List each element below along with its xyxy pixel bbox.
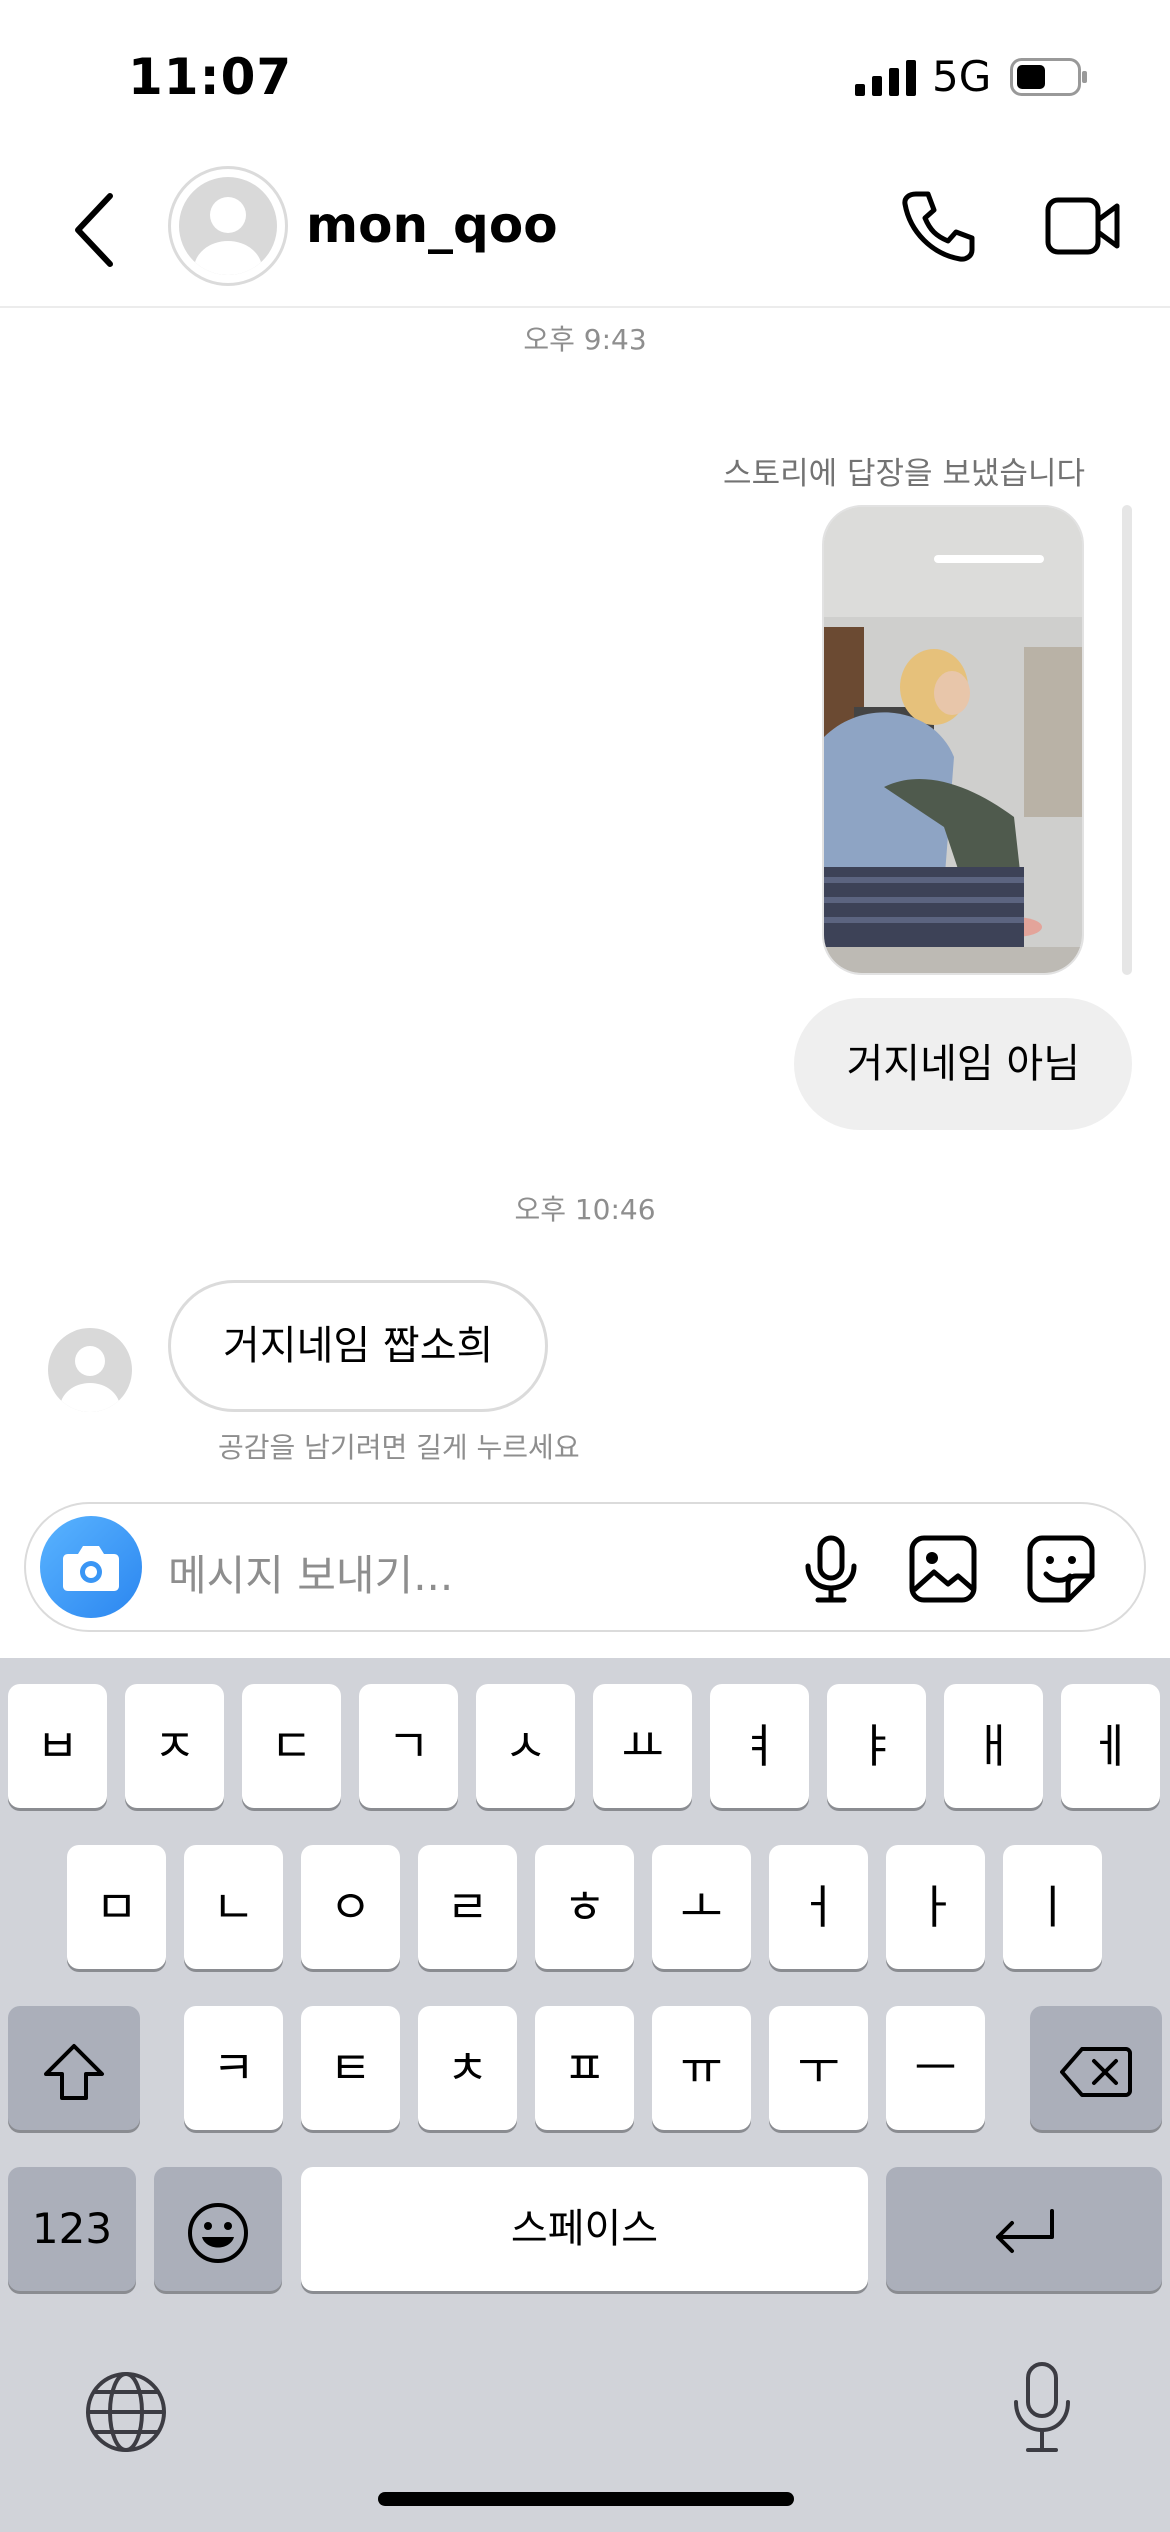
- key-ㅌ[interactable]: ㅌ: [301, 2006, 400, 2130]
- default-avatar-icon: [194, 197, 262, 275]
- key-ㅣ[interactable]: ㅣ: [1003, 1845, 1102, 1969]
- shift-key[interactable]: [8, 2006, 140, 2130]
- incoming-message[interactable]: 거지네임 짭소희: [168, 1280, 549, 1412]
- globe-icon[interactable]: [84, 2370, 168, 2454]
- numbers-key[interactable]: 123: [8, 2167, 136, 2291]
- home-indicator: [378, 2492, 794, 2506]
- key-ㄷ[interactable]: ㄷ: [242, 1684, 341, 1808]
- key-ㅑ[interactable]: ㅑ: [827, 1684, 926, 1808]
- back-icon[interactable]: [70, 190, 120, 270]
- story-thumbnail[interactable]: [822, 505, 1084, 975]
- key-ㅏ[interactable]: ㅏ: [886, 1845, 985, 1969]
- key-ㅛ[interactable]: ㅛ: [593, 1684, 692, 1808]
- battery-icon: [1010, 58, 1087, 96]
- key-ㅁ[interactable]: ㅁ: [67, 1845, 166, 1969]
- emoji-key[interactable]: [154, 2167, 282, 2291]
- key-ㅎ[interactable]: ㅎ: [535, 1845, 634, 1969]
- key-ㅅ[interactable]: ㅅ: [476, 1684, 575, 1808]
- key-ㅔ[interactable]: ㅔ: [1061, 1684, 1160, 1808]
- key-ㅗ[interactable]: ㅗ: [652, 1845, 751, 1969]
- space-key[interactable]: 스페이스: [301, 2167, 868, 2291]
- message-input[interactable]: 메시지 보내기...: [168, 1542, 453, 1603]
- key-ㄱ[interactable]: ㄱ: [359, 1684, 458, 1808]
- timestamp: 오후 9:43: [523, 323, 647, 356]
- key-ㅈ[interactable]: ㅈ: [125, 1684, 224, 1808]
- reaction-hint: 공감을 남기려면 길게 누르세요: [218, 1431, 580, 1464]
- story-reply-caption: 스토리에 답장을 보냈습니다: [723, 456, 1085, 492]
- phone-icon[interactable]: [900, 188, 976, 264]
- key-ㅓ[interactable]: ㅓ: [769, 1845, 868, 1969]
- gallery-icon[interactable]: [908, 1534, 978, 1604]
- backspace-key[interactable]: [1030, 2006, 1162, 2130]
- key-ㅐ[interactable]: ㅐ: [944, 1684, 1043, 1808]
- key-ㅕ[interactable]: ㅕ: [710, 1684, 809, 1808]
- backspace-icon: [1060, 2046, 1132, 2097]
- key-ㅜ[interactable]: ㅜ: [769, 2006, 868, 2130]
- emoji-icon: [188, 2202, 248, 2263]
- key-ㅠ[interactable]: ㅠ: [652, 2006, 751, 2130]
- key-ㅊ[interactable]: ㅊ: [418, 2006, 517, 2130]
- camera-icon: [63, 1546, 119, 1591]
- chat-username[interactable]: mon_qoo: [306, 196, 558, 254]
- camera-button[interactable]: [40, 1516, 142, 1618]
- avatar[interactable]: [168, 166, 288, 286]
- timestamp: 오후 10:46: [514, 1193, 656, 1226]
- story-reply-indicator: [1122, 505, 1132, 975]
- status-bar: 11:07 5G: [0, 0, 1170, 150]
- key-ㄹ[interactable]: ㄹ: [418, 1845, 517, 1969]
- video-icon[interactable]: [1045, 194, 1121, 258]
- outgoing-message[interactable]: 거지네임 아님: [794, 998, 1132, 1130]
- dictation-icon[interactable]: [1010, 2360, 1074, 2456]
- chat-header: mon_qoo: [0, 150, 1170, 308]
- key-ㅋ[interactable]: ㅋ: [184, 2006, 283, 2130]
- key-ㅇ[interactable]: ㅇ: [301, 1845, 400, 1969]
- key-ㅍ[interactable]: ㅍ: [535, 2006, 634, 2130]
- key-ㄴ[interactable]: ㄴ: [184, 1845, 283, 1969]
- network-label: 5G: [932, 52, 992, 101]
- message-composer: 메시지 보내기...: [24, 1502, 1146, 1632]
- microphone-icon[interactable]: [796, 1534, 866, 1604]
- sticker-icon[interactable]: [1026, 1534, 1096, 1604]
- sender-avatar[interactable]: [48, 1328, 132, 1412]
- shift-icon: [44, 2043, 104, 2100]
- default-avatar-icon: [60, 1346, 120, 1412]
- story-photo: [824, 507, 1082, 973]
- signal-icon: [855, 60, 916, 96]
- return-key[interactable]: [886, 2167, 1162, 2291]
- key-ㅂ[interactable]: ㅂ: [8, 1684, 107, 1808]
- return-icon: [996, 2208, 1054, 2253]
- status-time: 11:07: [128, 48, 293, 106]
- key-ㅡ[interactable]: ㅡ: [886, 2006, 985, 2130]
